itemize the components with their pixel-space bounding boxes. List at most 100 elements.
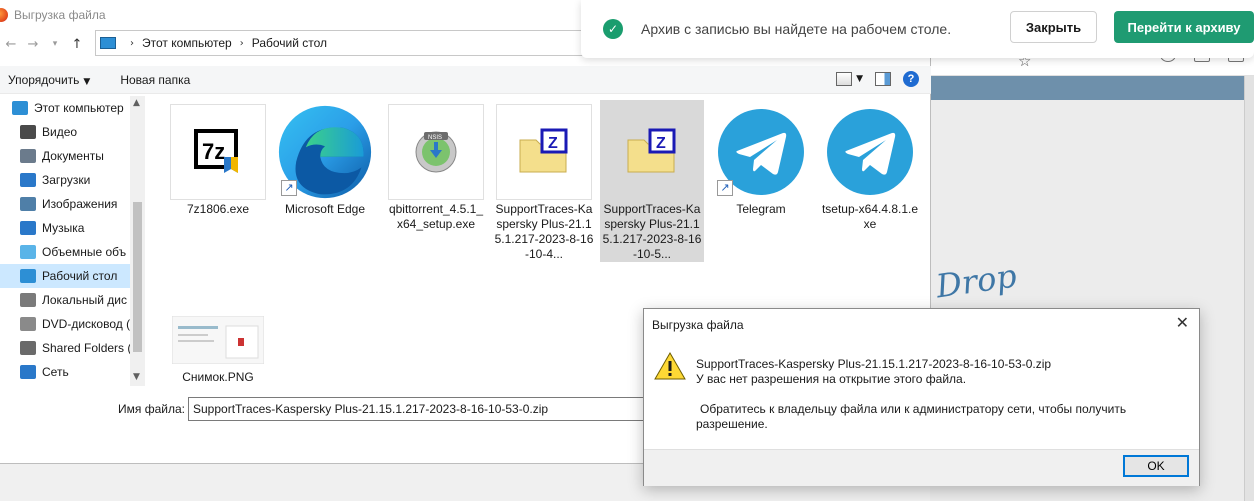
sidebar-item-label: Shared Folders (\	[42, 341, 135, 355]
sidebar-item-label: Загрузки	[42, 173, 91, 187]
sidebar-item[interactable]: Объемные объ	[0, 240, 145, 264]
error-dialog-footer: OK	[644, 449, 1199, 486]
sidebar-item-label: Объемные объ	[42, 245, 127, 259]
file-item[interactable]: NSIS qbittorrent_4.5.1_x64_setup.exe	[384, 100, 488, 232]
file-item[interactable]: tsetup-x64.4.8.1.exe	[818, 100, 922, 232]
organize-menu[interactable]: Упорядочить ▼	[0, 73, 98, 87]
notification-text: Архив с записью вы найдете на рабочем ст…	[641, 21, 952, 37]
command-bar: Упорядочить ▼ Новая папка ▼ ?	[0, 66, 931, 94]
close-icon[interactable]: ✕	[1176, 313, 1189, 332]
new-folder-button[interactable]: Новая папка	[112, 73, 198, 87]
error-advice: Обратитесь к владельцу файла или к админ…	[700, 402, 1127, 416]
file-item[interactable]: 7z 7z1806.exe	[166, 100, 270, 217]
filename-input[interactable]	[188, 397, 658, 421]
drive-icon	[20, 293, 36, 307]
scroll-up-icon[interactable]: ▲	[133, 98, 140, 108]
dialog-title: Выгрузка файла	[14, 8, 106, 22]
permission-error-dialog: Выгрузка файла ✕ SupportTraces-Kaspersky…	[643, 308, 1200, 486]
sidebar-scrollbar[interactable]: ▲ ▼	[130, 96, 145, 386]
documents-icon	[20, 149, 36, 163]
filename-label: Имя файла:	[118, 402, 185, 416]
7zip-icon: 7z	[170, 104, 266, 200]
error-dialog-body: SupportTraces-Kaspersky Plus-21.15.1.217…	[644, 339, 1199, 449]
go-to-archive-button[interactable]: Перейти к архиву	[1114, 11, 1254, 43]
breadcrumb-desktop[interactable]: Рабочий стол	[252, 36, 327, 50]
file-item[interactable]: Снимок.PNG	[166, 308, 270, 385]
sidebar-item[interactable]: Сеть	[0, 360, 145, 384]
sidebar-item[interactable]: DVD-дисковод (	[0, 312, 145, 336]
music-icon	[20, 221, 36, 235]
sidebar-item-label: Музыка	[42, 221, 85, 235]
scrollbar-thumb[interactable]	[133, 202, 142, 352]
file-name: SupportTraces-Kaspersky Plus-21.15.1.217…	[602, 202, 702, 261]
video-icon	[20, 125, 36, 139]
sidebar-item[interactable]: Shared Folders (\	[0, 336, 145, 360]
sidebar-item-label: Изображения	[42, 197, 118, 211]
zip-folder-icon: Z	[496, 104, 592, 200]
back-arrow-icon[interactable]: ←	[0, 37, 22, 52]
file-name: SupportTraces-Kaspersky Plus-21.15.1.217…	[494, 202, 594, 261]
dvd-icon	[20, 317, 36, 331]
sidebar-item[interactable]: Музыка	[0, 216, 145, 240]
file-item[interactable]: ↗ Microsoft Edge	[273, 100, 377, 217]
warning-icon	[654, 351, 686, 380]
nsis-installer-icon: NSIS	[388, 104, 484, 200]
file-name: qbittorrent_4.5.1_x64_setup.exe	[388, 202, 484, 231]
sidebar-item-label: Видео	[42, 125, 78, 139]
3d-objects-icon	[20, 245, 36, 259]
breadcrumb-computer[interactable]: Этот компьютер	[142, 36, 232, 50]
sidebar-item-label: Сеть	[42, 365, 69, 379]
file-item[interactable]: Z SupportTraces-Kaspersky Plus-21.15.1.21…	[600, 100, 704, 262]
computer-icon	[100, 37, 116, 49]
preview-pane-icon[interactable]	[875, 72, 891, 86]
close-button[interactable]: Закрыть	[1010, 11, 1097, 43]
shortcut-arrow-icon: ↗	[281, 180, 297, 196]
firefox-icon	[0, 8, 8, 22]
recent-chevron-icon[interactable]: ▾	[44, 39, 66, 49]
downloads-icon	[20, 173, 36, 187]
sidebar-item[interactable]: Загрузки	[0, 168, 145, 192]
zip-folder-icon: Z	[604, 104, 700, 200]
page-scrollbar[interactable]	[1244, 76, 1254, 501]
desktop-icon	[20, 269, 36, 283]
help-icon[interactable]: ?	[903, 71, 919, 87]
navigation-pane: Этот компьютер Видео Документы Загрузки Изоб…	[0, 96, 145, 386]
notification-toast: ✓ Архив с записью вы найдете на рабочем …	[581, 0, 1254, 58]
ok-button[interactable]: OK	[1123, 455, 1189, 477]
sidebar-item[interactable]: Локальный дис	[0, 288, 145, 312]
sidebar-item[interactable]: Видео	[0, 120, 145, 144]
sidebar-item[interactable]: Этот компьютер	[0, 96, 145, 120]
pictures-icon	[20, 197, 36, 211]
sidebar-item[interactable]: Рабочий стол	[0, 264, 145, 288]
error-message: У вас нет разрешения на открытие этого ф…	[696, 372, 967, 386]
organize-label: Упорядочить	[8, 72, 80, 87]
sidebar-item-label: Документы	[42, 149, 104, 163]
change-view-icon[interactable]	[836, 72, 853, 86]
sidebar-item[interactable]: Изображения	[0, 192, 145, 216]
checkmark-icon: ✓	[603, 19, 623, 39]
screenshot-thumbnail	[170, 312, 266, 368]
svg-text:7z: 7z	[202, 139, 225, 164]
file-item[interactable]: Z SupportTraces-Kaspersky Plus-21.15.1.21…	[492, 100, 596, 262]
network-drive-icon	[20, 341, 36, 355]
chevron-right-icon[interactable]: ›	[240, 38, 244, 49]
chevron-right-icon[interactable]: ›	[130, 38, 134, 49]
forward-arrow-icon[interactable]: →	[22, 37, 44, 52]
file-name: 7z1806.exe	[186, 202, 250, 216]
svg-text:Z: Z	[656, 135, 666, 152]
file-name: tsetup-x64.4.8.1.exe	[821, 202, 919, 231]
file-item[interactable]: ↗ Telegram	[709, 100, 813, 217]
up-arrow-icon[interactable]: ↑	[66, 37, 88, 52]
network-icon	[20, 365, 36, 379]
sidebar-item-label: Этот компьютер	[34, 101, 124, 115]
view-dropdown-icon[interactable]: ▼	[856, 74, 863, 84]
sidebar-item-label: Рабочий стол	[42, 269, 118, 283]
scroll-down-icon[interactable]: ▼	[133, 372, 140, 382]
view-controls: ▼ ?	[836, 71, 919, 87]
error-advice-end: разрешение.	[696, 417, 768, 431]
edge-icon: ↗	[277, 104, 373, 200]
file-name: Снимок.PNG	[182, 370, 254, 384]
page-banner	[930, 76, 1244, 100]
error-filename: SupportTraces-Kaspersky Plus-21.15.1.217…	[696, 357, 1052, 371]
sidebar-item[interactable]: Документы	[0, 144, 145, 168]
